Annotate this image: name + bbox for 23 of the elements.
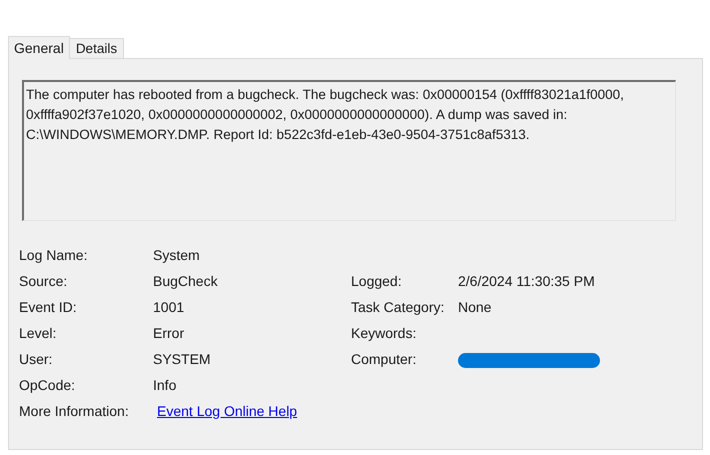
field-label: Computer:: [351, 350, 418, 369]
field-value: 1001: [153, 298, 184, 316]
field-label: More Information:: [19, 402, 130, 420]
field-value: Info: [153, 376, 176, 394]
help-link[interactable]: Event Log Online Help: [157, 400, 298, 422]
field-label: User:: [19, 350, 54, 368]
field-value: System: [153, 246, 200, 265]
field-label: Log Name:: [19, 246, 88, 265]
field-label: OpCode:: [19, 376, 76, 395]
field-label: Task Category:: [351, 298, 446, 317]
field-value: SYSTEM: [153, 350, 211, 368]
field-value: Error: [153, 324, 184, 342]
field-value: 2/6/2024 11:30:35 PM: [458, 272, 595, 290]
field-label: Logged:: [351, 272, 403, 291]
field-value: None: [458, 298, 492, 316]
field-label: Event ID:: [19, 298, 78, 316]
field-label: Level:: [19, 324, 58, 342]
tab[interactable]: General: [8, 36, 70, 59]
event-description: The computer has rebooted from a bugcheck. The bugcheck was: 0x00000154 (0xffff83021a1f0000, 0xffffa902f37e1020, 0x0000000000000002, 0x0000000000000000). A dump was saved in: C:\WINDOWS\MEMORY.DMP. Report Id: b522c3fd-e1eb-43e0-9504-3751c8af5313.: [26, 86, 625, 144]
field-value: BugCheck: [153, 272, 218, 291]
field-label: Keywords:: [351, 324, 418, 343]
tab[interactable]: Details: [70, 38, 124, 58]
field-label: Source:: [19, 272, 68, 290]
